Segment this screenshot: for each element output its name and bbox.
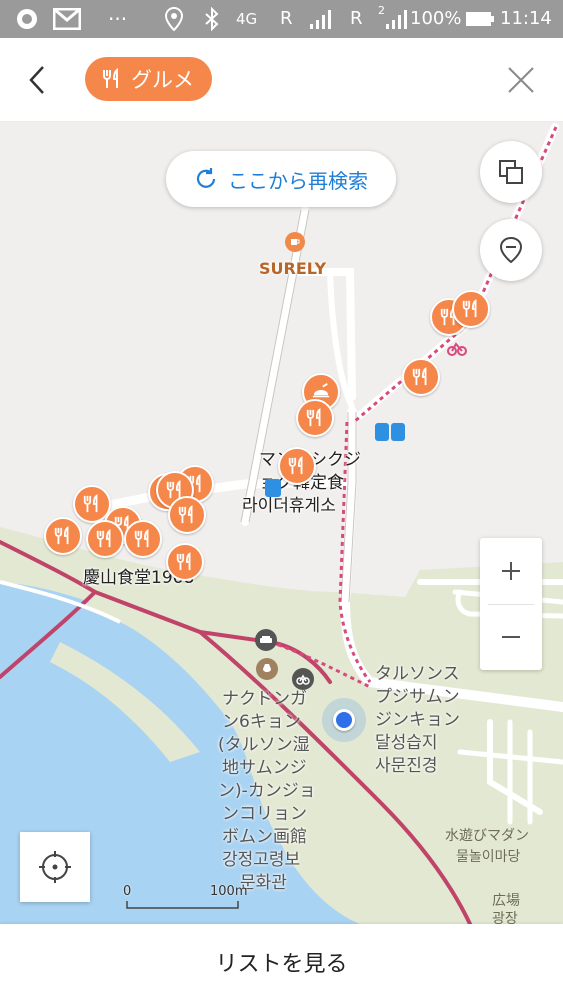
poi-label-dalseong-5: 사문진경 bbox=[375, 756, 438, 776]
restaurant-pin[interactable] bbox=[44, 517, 82, 555]
poi-label-water-play-2: 물놀이마당 bbox=[456, 849, 521, 865]
layers-button[interactable] bbox=[480, 141, 542, 203]
zoom-in-button[interactable] bbox=[480, 538, 542, 604]
poi-label-water-play-1: 水遊びマダン bbox=[445, 828, 529, 844]
close-icon bbox=[508, 67, 534, 93]
record-icon bbox=[14, 0, 40, 38]
scale-zero: 0 bbox=[123, 884, 132, 899]
roaming-indicator-1: R bbox=[280, 8, 293, 29]
poi-label-nakdong-4: 地サムンジ bbox=[222, 758, 307, 778]
research-here-label: ここから再検索 bbox=[228, 168, 368, 193]
restaurant-pin[interactable] bbox=[86, 520, 124, 558]
marker-filter-icon bbox=[499, 236, 523, 264]
restaurant-pin[interactable] bbox=[124, 520, 162, 558]
fork-knife-icon bbox=[103, 68, 118, 88]
status-bar: ··· 4G R R 2 100% 11:14 bbox=[0, 0, 563, 38]
back-icon bbox=[29, 66, 44, 94]
poi-label-dalseong-2: プジサムン bbox=[375, 687, 460, 707]
poi-label-rider-rest: 라이더휴게소 bbox=[242, 496, 336, 516]
clock: 11:14 bbox=[500, 8, 552, 29]
poi-label-nakdong-8: 강정고령보 bbox=[222, 850, 301, 870]
list-view-label: リストを見る bbox=[215, 952, 348, 977]
signal-icon bbox=[306, 0, 336, 38]
poi-label-nakdong-6: ンコリョン bbox=[222, 804, 307, 824]
marker-filter-button[interactable] bbox=[480, 219, 542, 281]
my-location-button[interactable] bbox=[20, 832, 90, 902]
list-view-button[interactable]: リストを見る bbox=[0, 924, 563, 1000]
zoom-divider bbox=[488, 604, 534, 605]
poi-label-nakdong-1: ナクドンガ bbox=[222, 689, 307, 709]
map-view[interactable]: SURELY マンパシクジ ョク韓定食 라이더휴게소 慶山食堂1968 ナクドン… bbox=[0, 122, 563, 924]
layers-icon bbox=[499, 160, 523, 184]
close-button[interactable] bbox=[501, 60, 541, 100]
app-header: グルメ bbox=[0, 38, 563, 122]
location-icon bbox=[162, 0, 186, 38]
minus-icon bbox=[502, 636, 520, 638]
zoom-out-button[interactable] bbox=[480, 604, 542, 670]
bus-stop-icon[interactable] bbox=[265, 479, 281, 497]
roaming-indicator-2: R bbox=[350, 8, 363, 29]
scale-bar: 0 100m bbox=[120, 884, 250, 912]
poi-label-dalseong-1: タルソンス bbox=[375, 664, 460, 684]
battery-icon bbox=[464, 0, 496, 38]
poi-label-nakdong-7: ボムン画館 bbox=[222, 827, 307, 847]
poi-label-nakdong-5: ン)-カンジョ bbox=[218, 781, 316, 801]
restaurant-pin[interactable] bbox=[168, 496, 206, 534]
poi-label-nakdong-2: ン6キョン bbox=[222, 712, 301, 732]
signal-icon bbox=[382, 0, 408, 38]
restaurant-pin[interactable] bbox=[402, 358, 440, 396]
current-location-icon bbox=[322, 698, 366, 742]
restaurant-pin[interactable] bbox=[296, 399, 334, 437]
bus-stop-icon[interactable] bbox=[375, 423, 405, 443]
zoom-control bbox=[480, 538, 542, 670]
battery-percent: 100% bbox=[410, 8, 462, 29]
restaurant-pin[interactable] bbox=[452, 290, 490, 328]
museum-icon[interactable] bbox=[256, 658, 278, 680]
status-overflow: ··· bbox=[108, 7, 128, 31]
plus-icon bbox=[502, 562, 520, 580]
category-chip-label: グルメ bbox=[131, 68, 194, 92]
cafe-icon[interactable] bbox=[285, 232, 305, 252]
bike-icon[interactable] bbox=[292, 668, 314, 690]
poi-label-surely: SURELY bbox=[259, 259, 327, 278]
gmail-icon bbox=[52, 0, 82, 38]
poi-label-plaza-2: 광장 bbox=[492, 911, 518, 924]
research-here-button[interactable]: ここから再検索 bbox=[166, 151, 396, 207]
poi-label-dalseong-3: ジンキョン bbox=[375, 710, 460, 730]
poi-label-dalseong-4: 달성습지 bbox=[375, 733, 438, 753]
restaurant-pin[interactable] bbox=[278, 447, 316, 485]
network-type: 4G bbox=[236, 10, 258, 28]
restaurant-pin[interactable] bbox=[166, 543, 204, 581]
parking-icon[interactable] bbox=[255, 629, 277, 651]
scale-distance: 100m bbox=[210, 884, 248, 899]
bluetooth-icon bbox=[200, 0, 224, 38]
back-button[interactable] bbox=[18, 60, 58, 100]
refresh-icon bbox=[196, 168, 216, 188]
bike-icon[interactable] bbox=[447, 340, 467, 356]
category-chip[interactable]: グルメ bbox=[85, 57, 212, 101]
poi-label-nakdong-3: (タルソン湿 bbox=[218, 735, 310, 755]
crosshair-icon bbox=[39, 851, 71, 883]
